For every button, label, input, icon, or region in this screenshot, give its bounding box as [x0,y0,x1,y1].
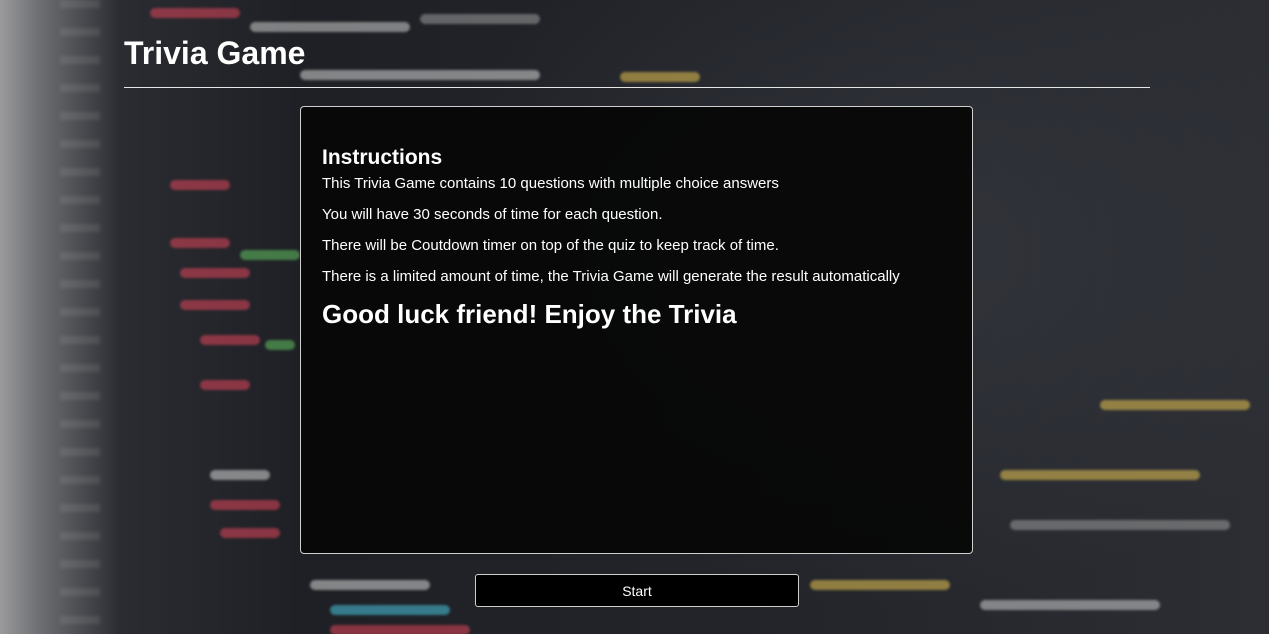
page-header: Trivia Game [124,34,1150,88]
start-button[interactable]: Start [475,574,799,607]
background-line-numbers [60,0,100,634]
instruction-line: There will be Coutdown timer on top of t… [322,237,779,254]
instruction-line: This Trivia Game contains 10 questions w… [322,175,779,192]
instructions-heading: Instructions [322,146,443,169]
page-title: Trivia Game [124,35,306,71]
instructions-panel: Instructions This Trivia Game contains 1… [300,106,973,554]
closing-message: Good luck friend! Enjoy the Trivia [322,299,737,329]
instruction-line: You will have 30 seconds of time for eac… [322,206,663,223]
instruction-line: There is a limited amount of time, the T… [322,268,900,285]
header-divider [124,87,1150,88]
